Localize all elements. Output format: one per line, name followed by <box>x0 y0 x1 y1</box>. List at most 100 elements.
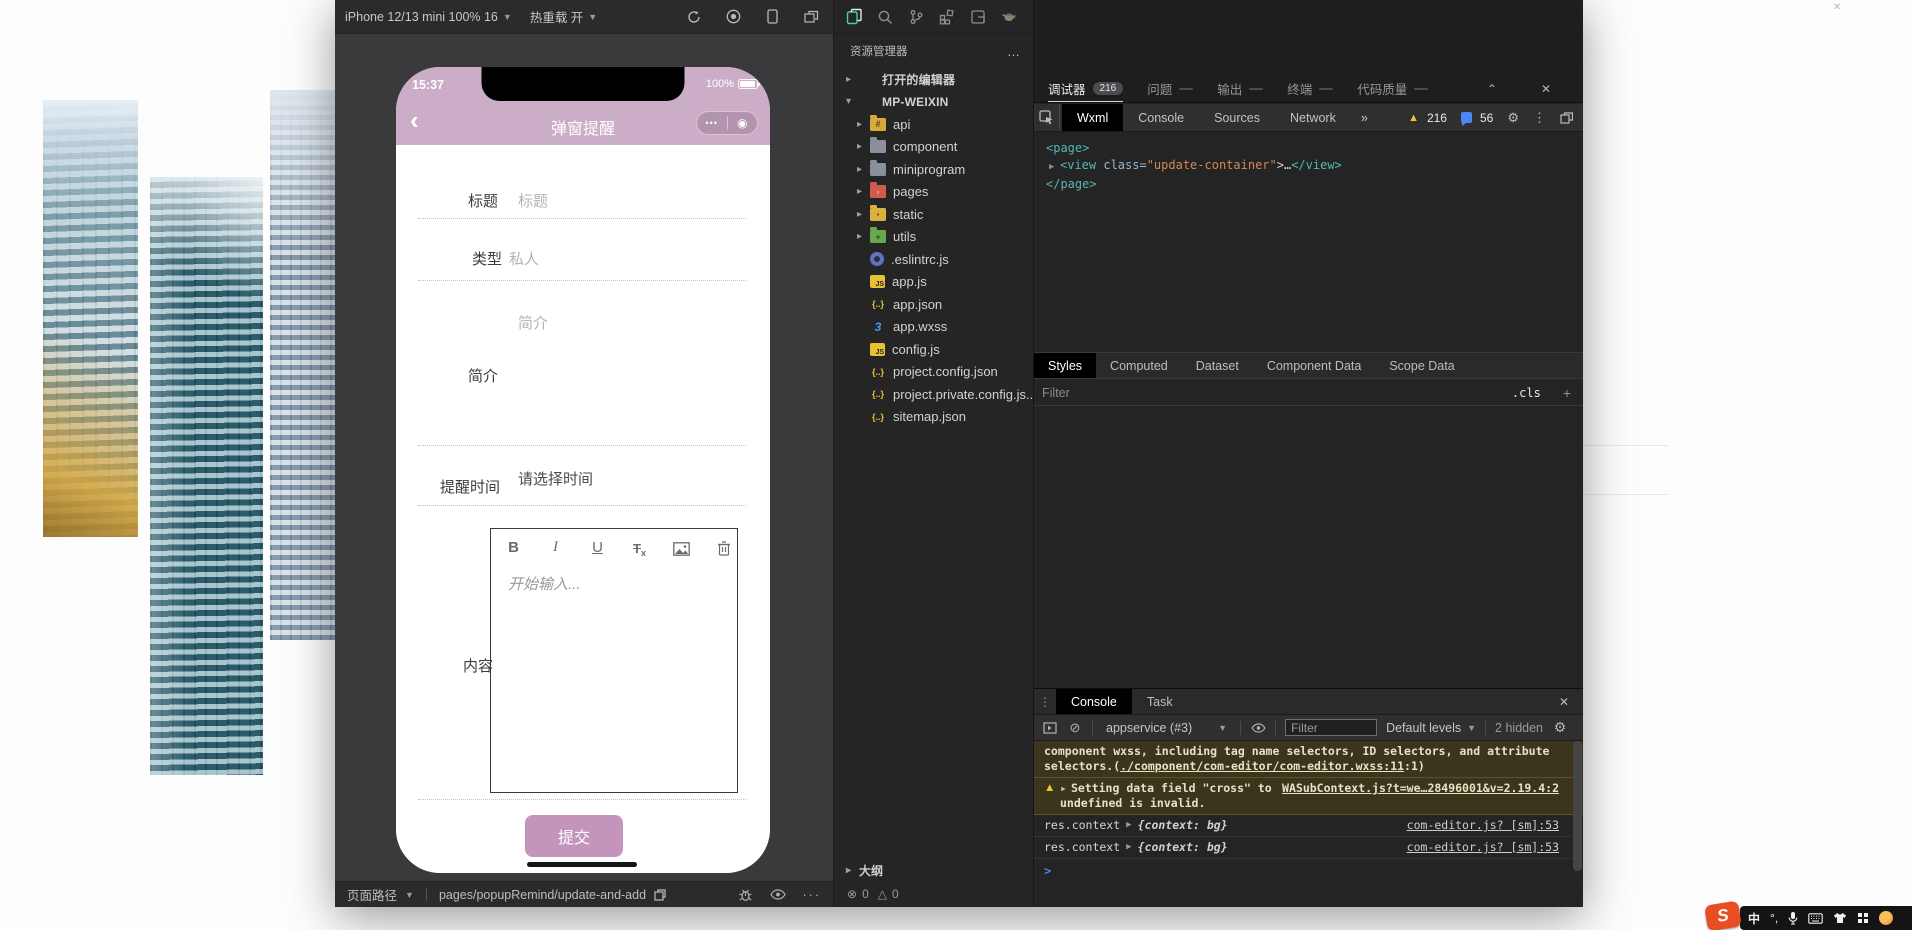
debugger-tab[interactable]: 输出 <box>1217 75 1264 102</box>
rich-text-editor[interactable]: B I U Tx 开始输入... <box>490 528 738 793</box>
tree-item[interactable]: app.wxss <box>834 316 1033 339</box>
styles-tab[interactable]: Computed <box>1096 353 1182 378</box>
tree-item[interactable]: .eslintrc.js <box>834 248 1033 271</box>
more-menu-icon[interactable]: ··· <box>803 888 822 902</box>
tree-item[interactable]: ▸ utils <box>834 226 1033 249</box>
kebab-menu-icon[interactable]: ⋮ <box>1034 695 1056 709</box>
phone-mode-icon[interactable] <box>764 9 780 25</box>
type-field-picker[interactable]: 私人 <box>509 248 539 269</box>
styles-tab[interactable]: Dataset <box>1182 353 1253 378</box>
toolbox-grid-icon[interactable] <box>1857 906 1869 930</box>
devtools-tab[interactable]: Network <box>1275 104 1351 131</box>
separate-window-icon[interactable] <box>803 9 819 25</box>
warning-triangle-icon[interactable]: ▲ <box>1408 112 1419 124</box>
tree-item[interactable]: app.js <box>834 271 1033 294</box>
refresh-icon[interactable] <box>686 9 702 25</box>
explorer-more-icon[interactable]: … <box>1007 44 1021 59</box>
settings-gear-icon[interactable]: ⚙ <box>1507 110 1519 126</box>
intro-textarea[interactable]: 简介 <box>518 312 548 333</box>
inspect-element-icon[interactable] <box>1034 104 1060 131</box>
console-log-message[interactable]: res.context ▶ {context: bg} com-editor.j… <box>1034 837 1583 859</box>
log-levels-selector[interactable]: Default levels ▼ <box>1386 721 1476 735</box>
console-tab[interactable]: Console <box>1056 689 1132 714</box>
source-control-icon[interactable] <box>907 8 925 26</box>
close-panel-icon[interactable]: ✕ <box>1541 82 1551 96</box>
debugger-tab[interactable]: 终端 <box>1287 75 1334 102</box>
clear-format-button[interactable]: Tx <box>631 539 648 558</box>
miniprogram-capsule[interactable]: ••• ◉ <box>696 111 758 135</box>
expand-arrow-icon[interactable]: ▶ <box>1126 840 1131 855</box>
expand-arrow-icon[interactable]: ▶ <box>1126 818 1131 833</box>
tree-item[interactable]: ▾ MP-WEIXIN <box>834 91 1033 114</box>
console-warning-message[interactable]: component wxss, including tag name selec… <box>1034 741 1583 778</box>
tree-item[interactable]: ▸ api <box>834 113 1033 136</box>
console-tab[interactable]: Task <box>1132 689 1188 714</box>
debugger-tab[interactable]: 代码质量 <box>1357 75 1429 102</box>
keyboard-icon[interactable] <box>1808 906 1823 930</box>
remote-window-icon[interactable] <box>969 8 987 26</box>
tree-item[interactable]: ▸ 打开的编辑器 <box>834 68 1033 91</box>
extensions-icon[interactable] <box>938 8 956 26</box>
emoji-face-icon[interactable] <box>1879 911 1894 925</box>
console-warning-message[interactable]: ▲ ▸ Setting data field "cross" to WASubC… <box>1034 778 1583 815</box>
more-tabs-icon[interactable]: » <box>1351 111 1378 125</box>
files-icon[interactable] <box>845 8 863 26</box>
bug-debug-icon[interactable] <box>738 888 753 902</box>
insert-image-icon[interactable] <box>673 539 690 556</box>
submit-button[interactable]: 提交 <box>525 815 623 857</box>
punctuation-mode-button[interactable]: °, <box>1770 906 1778 930</box>
devtools-tab[interactable]: Console <box>1123 104 1199 131</box>
console-settings-gear-icon[interactable]: ⚙ <box>1552 719 1568 736</box>
italic-button[interactable]: I <box>547 539 564 556</box>
problems-statusbar[interactable]: ⊗ 0 △ 0 <box>834 883 1033 905</box>
expand-arrow-icon[interactable]: ▸ <box>1060 781 1067 796</box>
eye-watch-icon[interactable] <box>1250 722 1266 733</box>
expand-arrow-icon[interactable]: ▶ <box>1049 159 1060 176</box>
skin-tshirt-icon[interactable] <box>1833 906 1847 930</box>
language-mode-button[interactable]: 中 <box>1748 906 1760 930</box>
underline-button[interactable]: U <box>589 539 606 556</box>
source-link[interactable]: com-editor.js? [sm]:53 <box>1407 818 1573 833</box>
microphone-icon[interactable] <box>1788 906 1798 930</box>
sogou-logo[interactable]: S <box>1704 900 1742 930</box>
console-prompt[interactable]: > <box>1034 859 1583 879</box>
eye-preview-icon[interactable] <box>769 889 786 900</box>
outline-section[interactable]: ▸ 大纲 <box>834 859 1033 881</box>
tree-item[interactable]: ▸ pages <box>834 181 1033 204</box>
wxml-code-view[interactable]: <page> ▶ <view class="update-container">…… <box>1034 133 1583 352</box>
devtools-tab[interactable]: Sources <box>1199 104 1275 131</box>
kebab-menu-icon[interactable]: ⋮ <box>1533 110 1546 126</box>
clear-console-icon[interactable]: ⊘ <box>1067 720 1083 736</box>
source-link[interactable]: ./component/com-editor/com-editor.wxss:1… <box>1120 759 1404 773</box>
toggle-class-button[interactable]: .cls <box>1512 386 1541 400</box>
hot-reload-selector[interactable]: 热重载 开 ▼ <box>530 7 597 26</box>
toggle-sidebar-icon[interactable] <box>1042 721 1058 734</box>
search-icon[interactable] <box>876 8 894 26</box>
close-console-icon[interactable]: ✕ <box>1559 695 1583 709</box>
console-log-message[interactable]: res.context ▶ {context: bg} com-editor.j… <box>1034 815 1583 837</box>
context-selector[interactable]: appservice (#3) ▼ <box>1102 721 1231 735</box>
teapot-plugin-icon[interactable] <box>1000 8 1018 26</box>
editor-placeholder[interactable]: 开始输入... <box>508 573 581 594</box>
styles-tab[interactable]: Styles <box>1034 353 1097 378</box>
info-flag-icon[interactable] <box>1460 112 1472 126</box>
tree-item[interactable]: app.json <box>834 293 1033 316</box>
copy-path-icon[interactable] <box>654 888 666 901</box>
source-link[interactable]: com-editor.js? [sm]:53 <box>1407 840 1573 855</box>
window-close-icon[interactable]: ✕ <box>1833 2 1841 13</box>
hidden-count-label[interactable]: 2 hidden <box>1495 721 1543 735</box>
styles-filter-input[interactable] <box>1034 384 1512 401</box>
delete-trash-icon[interactable] <box>715 539 732 556</box>
collapse-panel-icon[interactable]: ⌃ <box>1487 82 1497 96</box>
source-link[interactable]: WASubContext.js?t=we…28496001&v=2.19.4:2 <box>1282 781 1573 796</box>
styles-tab[interactable]: Scope Data <box>1375 353 1468 378</box>
tree-item[interactable]: ▸ component <box>834 136 1033 159</box>
tree-item[interactable]: project.private.config.js... <box>834 383 1037 406</box>
scrollbar[interactable] <box>1573 741 1582 871</box>
tree-item[interactable]: ▸ miniprogram <box>834 158 1033 181</box>
popout-window-icon[interactable] <box>1560 111 1573 124</box>
title-field-input[interactable]: 标题 <box>518 190 548 211</box>
styles-tab[interactable]: Component Data <box>1253 353 1376 378</box>
capsule-close-icon[interactable]: ◉ <box>728 116 758 130</box>
devtools-tab[interactable]: Wxml <box>1062 104 1124 131</box>
